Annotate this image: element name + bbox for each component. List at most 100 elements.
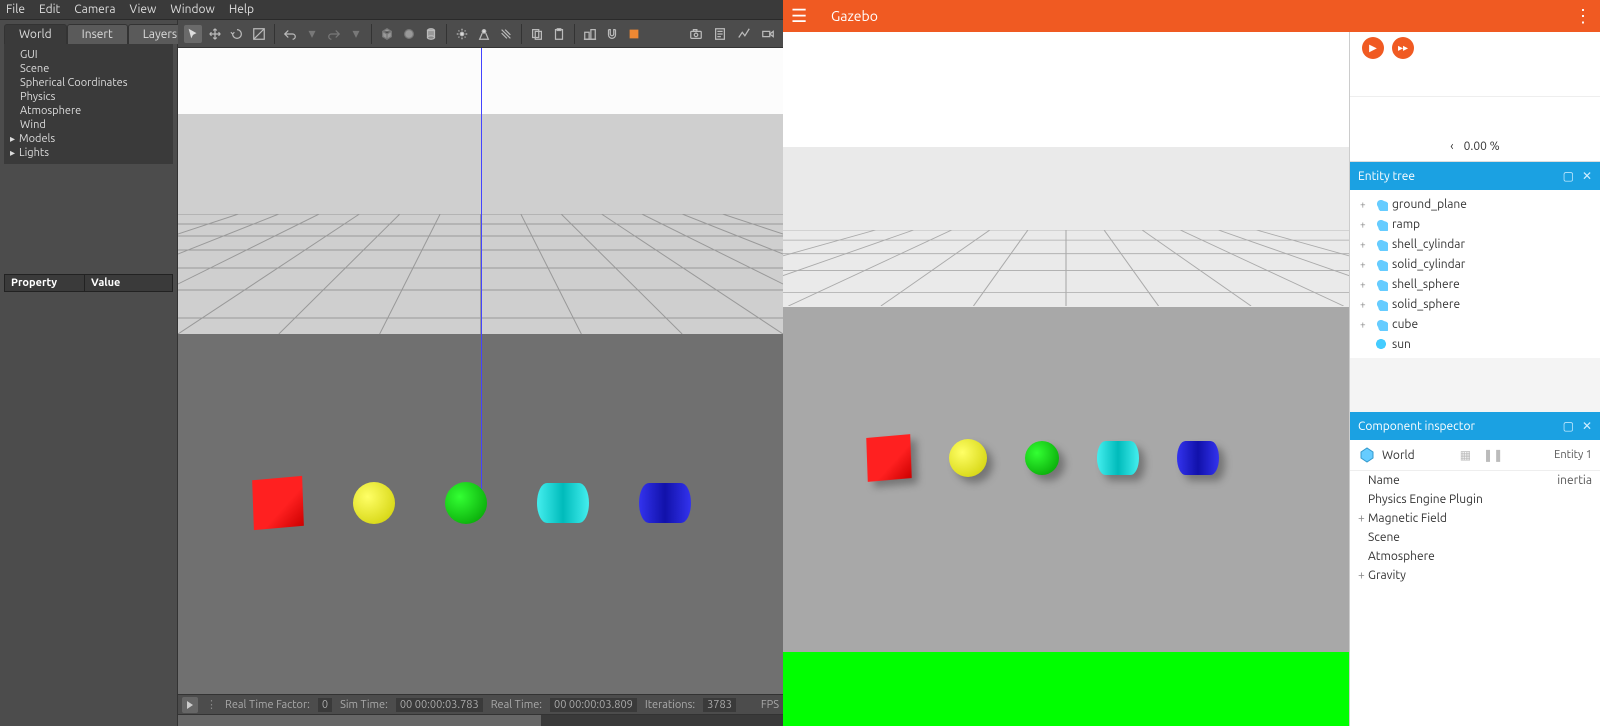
expand-icon[interactable]: + bbox=[1358, 512, 1368, 525]
menu-help[interactable]: Help bbox=[229, 3, 254, 16]
classic-body: World Insert Layers GUI Scene Spherical … bbox=[0, 20, 783, 726]
cube-model[interactable] bbox=[866, 434, 912, 482]
copy-icon[interactable] bbox=[528, 25, 546, 43]
more-menu-icon[interactable]: ⋮ bbox=[1574, 6, 1592, 27]
play-button[interactable] bbox=[182, 697, 198, 713]
entity-label: ground_plane bbox=[1392, 198, 1467, 211]
menu-view[interactable]: View bbox=[130, 3, 157, 16]
prop-gravity[interactable]: +Gravity bbox=[1350, 566, 1600, 585]
entity-sun[interactable]: sun bbox=[1350, 334, 1600, 354]
directional-light-icon[interactable] bbox=[497, 25, 515, 43]
rotate-tool-icon[interactable] bbox=[228, 25, 246, 43]
scrollbar-thumb[interactable] bbox=[178, 715, 541, 726]
entity-ramp[interactable]: +ramp bbox=[1350, 214, 1600, 234]
scale-tool-icon[interactable] bbox=[250, 25, 268, 43]
cyan-cylinder-model[interactable] bbox=[537, 483, 589, 523]
point-light-icon[interactable] bbox=[453, 25, 471, 43]
tree-models[interactable]: Models bbox=[6, 132, 171, 146]
menu-camera[interactable]: Camera bbox=[74, 3, 115, 16]
spot-light-icon[interactable] bbox=[475, 25, 493, 43]
entity-ground_plane[interactable]: + ground_plane bbox=[1350, 194, 1600, 214]
record-icon[interactable] bbox=[759, 25, 777, 43]
yellow-sphere-model[interactable] bbox=[353, 482, 395, 524]
sphere-shape-icon[interactable] bbox=[400, 25, 418, 43]
entity-shell_sphere[interactable]: +shell_sphere bbox=[1350, 274, 1600, 294]
tree-atmosphere[interactable]: Atmosphere bbox=[6, 104, 171, 118]
prop-atmosphere[interactable]: Atmosphere bbox=[1350, 547, 1600, 566]
translate-tool-icon[interactable] bbox=[206, 25, 224, 43]
undo-dropdown-icon[interactable]: ▾ bbox=[303, 25, 321, 43]
entity-cube[interactable]: +cube bbox=[1350, 314, 1600, 334]
blue-cylinder-model[interactable] bbox=[1177, 441, 1219, 475]
status-scrollbar[interactable] bbox=[178, 714, 783, 726]
box-shape-icon[interactable] bbox=[378, 25, 396, 43]
expand-icon[interactable]: + bbox=[1360, 219, 1370, 230]
pause-icon[interactable]: ❚❚ bbox=[1483, 448, 1503, 462]
expand-icon[interactable]: + bbox=[1360, 299, 1370, 310]
expand-icon[interactable]: + bbox=[1360, 279, 1370, 290]
entity-tree: +ground_plane+ramp+shell_cylindar+solid_… bbox=[1350, 190, 1600, 358]
snap-icon[interactable] bbox=[603, 25, 621, 43]
expand-icon[interactable]: + bbox=[1360, 319, 1370, 330]
redo-dropdown-icon[interactable]: ▾ bbox=[347, 25, 365, 43]
undo-icon[interactable] bbox=[281, 25, 299, 43]
prop-value: inertia bbox=[1557, 474, 1592, 487]
tree-lights[interactable]: Lights bbox=[6, 146, 171, 160]
classic-viewport[interactable] bbox=[178, 48, 783, 694]
tree-physics[interactable]: Physics bbox=[6, 90, 171, 104]
expand-icon[interactable]: + bbox=[1358, 569, 1368, 582]
menu-edit[interactable]: Edit bbox=[39, 3, 60, 16]
play-button[interactable]: ▶ bbox=[1362, 37, 1384, 59]
screenshot-icon[interactable] bbox=[687, 25, 705, 43]
undock-icon[interactable]: ▢ bbox=[1563, 169, 1574, 183]
expand-icon bbox=[1358, 493, 1368, 506]
ignition-viewport[interactable] bbox=[783, 32, 1349, 652]
expand-icon[interactable]: + bbox=[1360, 239, 1370, 250]
component-inspector: World ▦ ❚❚ Entity 1 NameinertiaPhysics E… bbox=[1350, 440, 1600, 726]
cyan-cylinder-model[interactable] bbox=[1097, 441, 1139, 475]
close-icon[interactable]: ✕ bbox=[1582, 169, 1592, 183]
cube-model[interactable] bbox=[252, 476, 304, 530]
undock-icon[interactable]: ▢ bbox=[1563, 419, 1574, 433]
prop-magnetic-field[interactable]: +Magnetic Field bbox=[1350, 509, 1600, 528]
tree-gui[interactable]: GUI bbox=[6, 48, 171, 62]
menu-window[interactable]: Window bbox=[170, 3, 214, 16]
plot-icon[interactable] bbox=[735, 25, 753, 43]
expand-icon[interactable]: + bbox=[1360, 199, 1370, 210]
cylinder-shape-icon[interactable] bbox=[422, 25, 440, 43]
entity-solid_sphere[interactable]: +solid_sphere bbox=[1350, 294, 1600, 314]
stats-arrow-icon[interactable]: ‹ bbox=[1450, 140, 1453, 153]
hamburger-menu-icon[interactable]: ☰ bbox=[791, 6, 811, 27]
prop-name[interactable]: Nameinertia bbox=[1350, 471, 1600, 490]
step-button[interactable]: ▸▸ bbox=[1392, 37, 1414, 59]
redo-icon[interactable] bbox=[325, 25, 343, 43]
entity-solid_cylindar[interactable]: +solid_cylindar bbox=[1350, 254, 1600, 274]
component-inspector-header[interactable]: Component inspector ▢ ✕ bbox=[1350, 412, 1600, 440]
tree-wind[interactable]: Wind bbox=[6, 118, 171, 132]
world-row[interactable]: World ▦ ❚❚ Entity 1 bbox=[1350, 440, 1600, 471]
tab-world[interactable]: World bbox=[4, 24, 67, 44]
log-icon[interactable] bbox=[711, 25, 729, 43]
align-icon[interactable] bbox=[581, 25, 599, 43]
menu-file[interactable]: File bbox=[6, 3, 25, 16]
property-header-prop: Property bbox=[5, 275, 85, 291]
close-icon[interactable]: ✕ bbox=[1582, 419, 1592, 433]
rtf-value: 0.00 % bbox=[1464, 140, 1500, 153]
lock-icon[interactable]: ▦ bbox=[1460, 448, 1471, 462]
prop-physics-engine-plugin[interactable]: Physics Engine Plugin bbox=[1350, 490, 1600, 509]
view-angle-icon[interactable] bbox=[625, 25, 643, 43]
terminal-green-bar bbox=[783, 652, 1349, 726]
tree-spherical[interactable]: Spherical Coordinates bbox=[6, 76, 171, 90]
paste-icon[interactable] bbox=[550, 25, 568, 43]
green-sphere-model[interactable] bbox=[445, 482, 487, 524]
select-tool-icon[interactable] bbox=[184, 25, 202, 43]
tree-scene[interactable]: Scene bbox=[6, 62, 171, 76]
green-sphere-model[interactable] bbox=[1025, 441, 1059, 475]
tab-insert[interactable]: Insert bbox=[67, 24, 128, 44]
prop-scene[interactable]: Scene bbox=[1350, 528, 1600, 547]
entity-shell_cylindar[interactable]: +shell_cylindar bbox=[1350, 234, 1600, 254]
expand-icon[interactable]: + bbox=[1360, 259, 1370, 270]
blue-cylinder-model[interactable] bbox=[639, 483, 691, 523]
yellow-sphere-model[interactable] bbox=[949, 439, 987, 477]
entity-tree-header[interactable]: Entity tree ▢ ✕ bbox=[1350, 162, 1600, 190]
